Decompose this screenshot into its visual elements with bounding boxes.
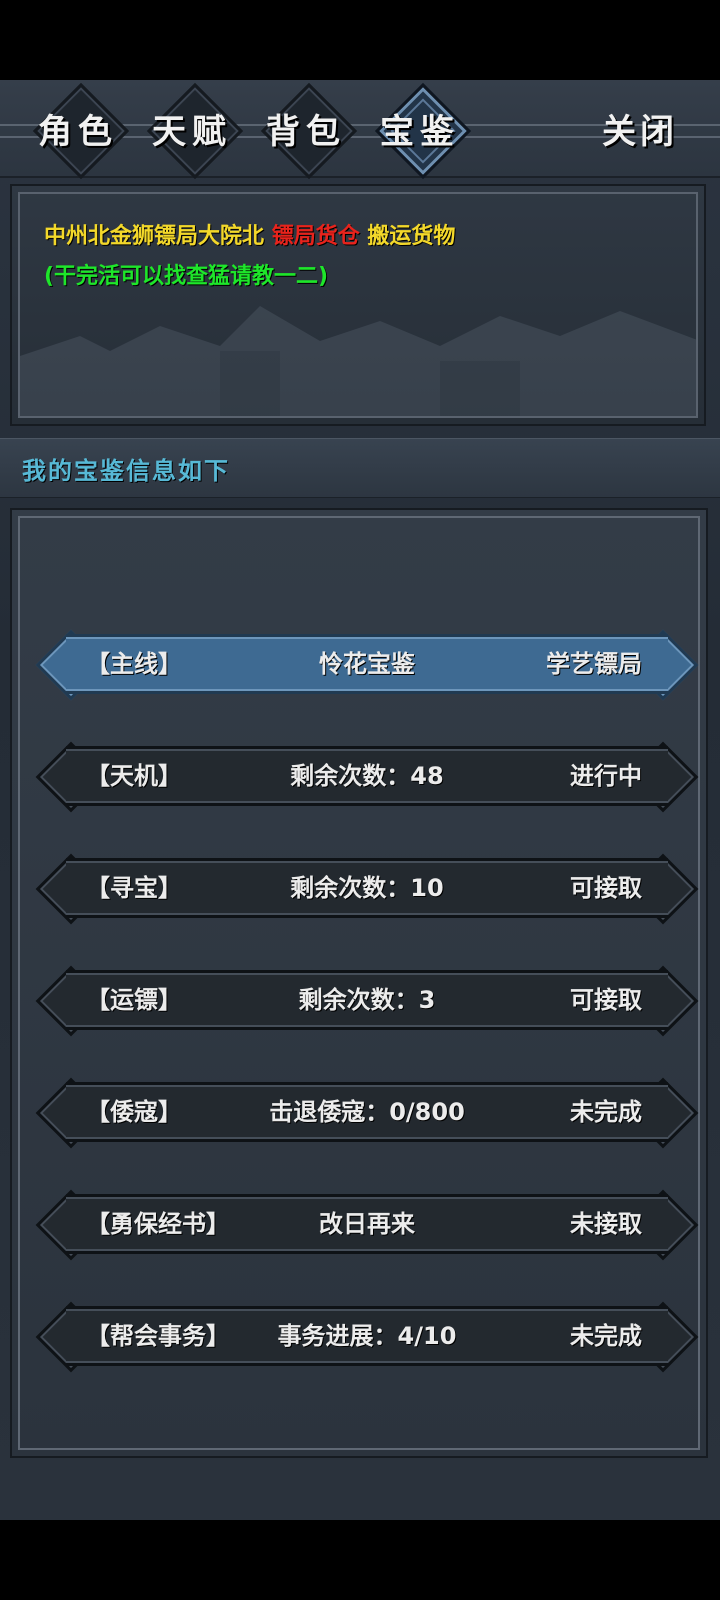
bottom-background [0, 1472, 720, 1520]
list-item-yongbao-jingshu[interactable]: 【勇保经书】 改日再来 未接取 [35, 1189, 699, 1261]
row-status: 进行中 [570, 762, 642, 790]
tab-label: 背包 [266, 111, 346, 152]
top-tab-bar: 角色 天赋 背包 宝鉴 关闭 [0, 80, 720, 180]
close-button[interactable]: 关闭 [590, 88, 690, 168]
row-status: 未完成 [570, 1098, 642, 1126]
row-status: 可接取 [570, 874, 642, 902]
tab-character[interactable]: 角色 [28, 82, 130, 180]
list-item-wokou[interactable]: 【倭寇】 击退倭寇：0/800 未完成 [35, 1077, 699, 1149]
list-item-yunbiao[interactable]: 【运镖】 剩余次数：3 可接取 [35, 965, 699, 1037]
list-item-main-quest[interactable]: 【主线】 怜花宝鉴 学艺镖局 [35, 629, 699, 701]
list-item-tianji[interactable]: 【天机】 剩余次数：48 进行中 [35, 741, 699, 813]
task-location: 中州北金狮镖局大院北 [44, 224, 265, 249]
list-item-xunbao[interactable]: 【寻宝】 剩余次数：10 可接取 [35, 853, 699, 925]
current-task-panel: 中州北金狮镖局大院北 镖局货仓 搬运货物 (干完活可以找查猛请教一二) [10, 184, 706, 426]
row-status: 未接取 [570, 1210, 642, 1238]
task-action: 搬运货物 [367, 224, 456, 249]
baojian-screen: 角色 天赋 背包 宝鉴 关闭 中州北金狮镖局大院北 镖局货仓 搬运货物 (干完活… [0, 80, 720, 1520]
tab-label: 天赋 [152, 111, 232, 152]
list-item-guild-affairs[interactable]: 【帮会事务】 事务进展：4/10 未完成 [35, 1301, 699, 1373]
section-title: 我的宝鉴信息如下 [22, 457, 230, 485]
row-status: 未完成 [570, 1322, 642, 1350]
tab-talent[interactable]: 天赋 [142, 82, 244, 180]
tab-label: 宝鉴 [380, 111, 460, 152]
row-status: 学艺镖局 [546, 650, 642, 678]
row-status: 可接取 [570, 986, 642, 1014]
close-label: 关闭 [602, 111, 678, 152]
task-target-location[interactable]: 镖局货仓 [272, 224, 360, 249]
section-header: 我的宝鉴信息如下 [0, 438, 720, 498]
tab-backpack[interactable]: 背包 [256, 82, 358, 180]
tab-label: 角色 [38, 111, 118, 152]
task-hint: (干完活可以找查猛请教一二) [44, 264, 329, 289]
task-description: 中州北金狮镖局大院北 镖局货仓 搬运货物 [44, 218, 455, 250]
baojian-list-panel: 【主线】 怜花宝鉴 学艺镖局 【天机】 剩余次数：48 进行中 【寻宝】 剩余次… [10, 508, 708, 1458]
tab-baojian[interactable]: 宝鉴 [370, 82, 472, 180]
